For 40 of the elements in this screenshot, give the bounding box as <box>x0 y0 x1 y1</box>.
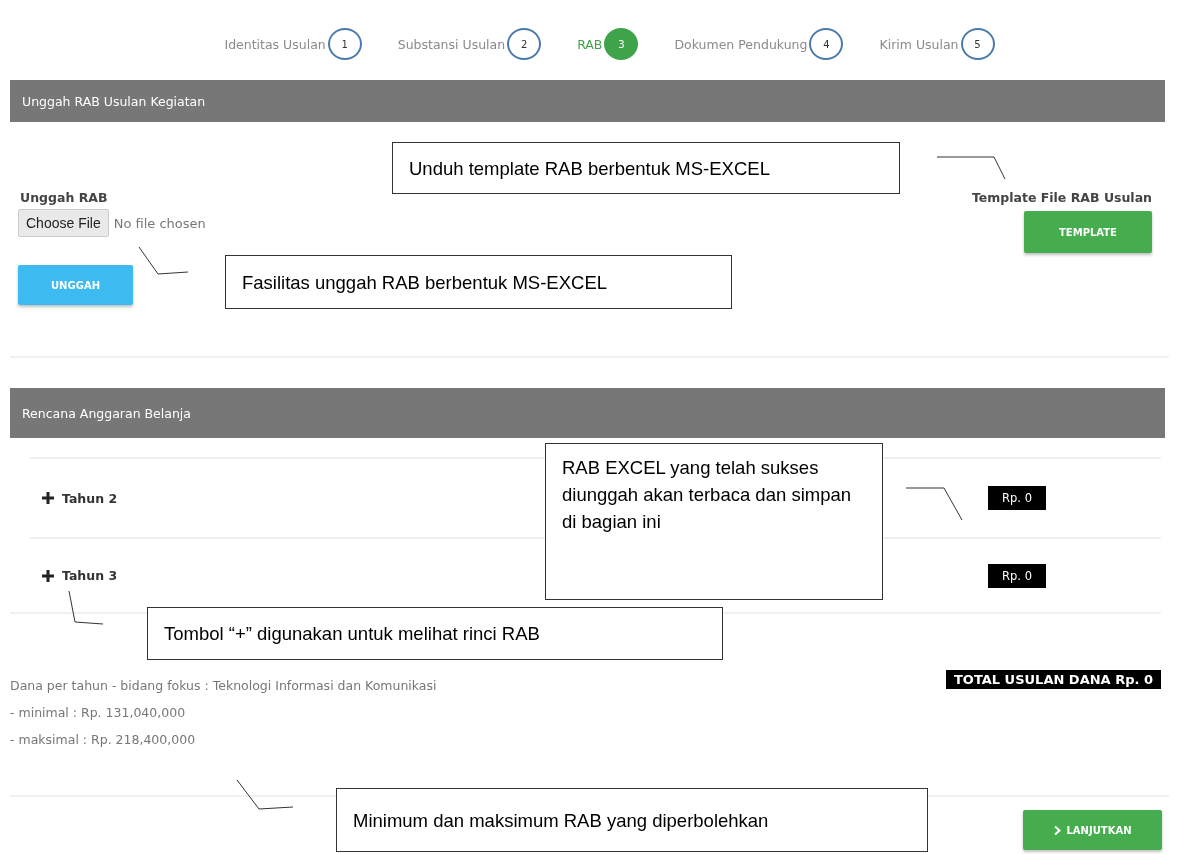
step-label[interactable]: Identitas Usulan <box>224 36 326 52</box>
upload-label: Unggah RAB <box>20 190 108 205</box>
annotation-note: RAB EXCEL yang telah sukses diunggah akan terbaca dan simpan di bagian ini <box>545 443 883 600</box>
step-label[interactable]: Kirim Usulan <box>879 36 959 52</box>
template-label: Template File RAB Usulan <box>971 190 1152 205</box>
year-toggle[interactable]: Tahun 3 <box>42 568 118 583</box>
leader-line <box>236 779 294 810</box>
template-button[interactable]: TEMPLATE <box>1024 211 1152 253</box>
step-label[interactable]: Dokumen Pendukung <box>674 36 808 52</box>
step-number[interactable]: 1 <box>327 28 362 60</box>
step-number[interactable]: 2 <box>507 28 542 60</box>
step-number[interactable]: 3 <box>604 28 639 60</box>
plus-icon <box>42 569 54 582</box>
leader-line <box>936 156 1006 180</box>
funding-note: Dana per tahun - bidang fokus : Teknologi Informasi dan Komunikasi <box>10 677 438 695</box>
leader-line <box>905 487 963 521</box>
chevron-right-icon <box>1053 825 1061 835</box>
year-amount: Rp. 0 <box>988 486 1046 510</box>
year-amount: Rp. 0 <box>988 563 1046 588</box>
panel-header: Rencana Anggaran Belanja <box>10 388 1165 438</box>
next-button[interactable]: LANJUTKAN <box>1023 810 1162 850</box>
upload-button[interactable]: UNGGAH <box>18 265 133 305</box>
step-number[interactable]: 4 <box>809 28 844 60</box>
annotation-note: Fasilitas unggah RAB berbentuk MS-EXCEL <box>225 255 732 309</box>
plus-icon <box>42 492 54 504</box>
leader-line <box>138 246 189 275</box>
step-number[interactable]: 5 <box>960 28 995 60</box>
minimum-amount: - minimal : Rp. 131,040,000 <box>10 704 187 722</box>
choose-file-button[interactable]: Choose File <box>18 209 109 237</box>
maximum-amount: - maksimal : Rp. 218,400,000 <box>10 731 197 749</box>
leader-line <box>68 590 104 625</box>
file-status: No file chosen <box>113 215 206 231</box>
step-label[interactable]: RAB <box>577 36 603 52</box>
total-amount: TOTAL USULAN DANA Rp. 0 <box>945 670 1161 689</box>
step-label[interactable]: Substansi Usulan <box>397 36 506 52</box>
year-toggle[interactable]: Tahun 2 <box>42 490 118 506</box>
panel-header: Unggah RAB Usulan Kegiatan <box>10 80 1165 122</box>
annotation-note: Tombol “+” digunakan untuk melihat rinci RAB <box>147 607 723 660</box>
annotation-note: Unduh template RAB berbentuk MS-EXCEL <box>392 142 900 194</box>
annotation-note: Minimum dan maksimum RAB yang diperbolehkan <box>336 788 928 852</box>
